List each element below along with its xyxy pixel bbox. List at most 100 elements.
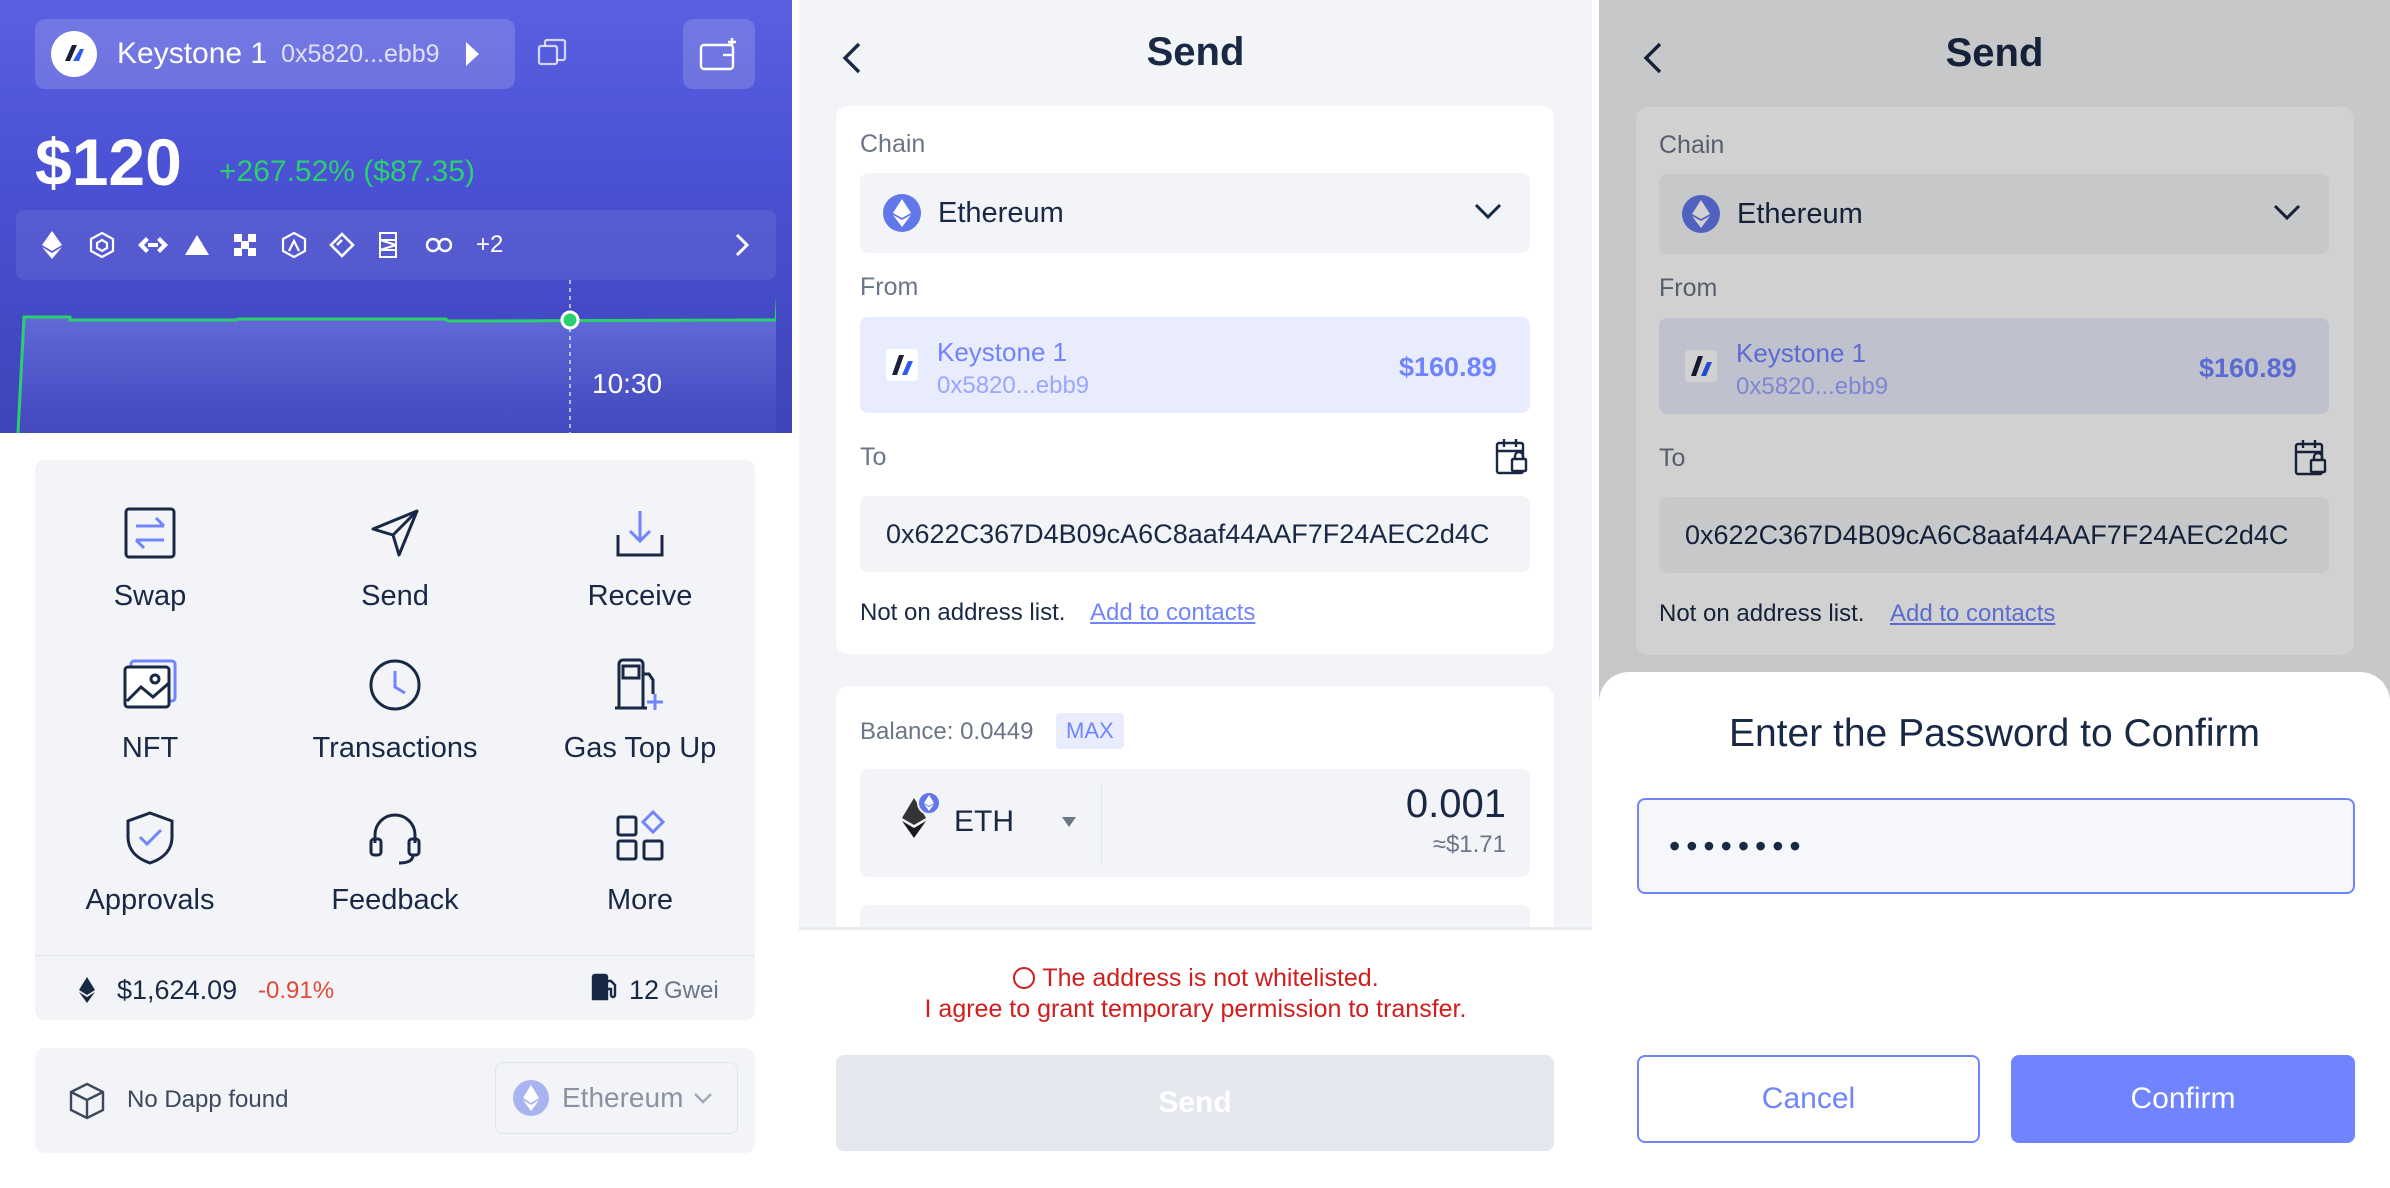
transactions-action[interactable]: Transactions: [280, 652, 510, 782]
feedback-label: Feedback: [331, 884, 459, 916]
not-on-list-text: Not on address list.: [860, 599, 1066, 626]
confirm-panel: Send Chain Ethereum From Keystone 1 0x58…: [1599, 0, 2390, 1188]
avalanche-chain-icon: [184, 233, 232, 257]
add-to-contacts-link[interactable]: Add to contacts: [1090, 599, 1255, 627]
balance-change: +267.52% ($87.35): [219, 155, 476, 188]
approvals-action[interactable]: Approvals: [35, 804, 265, 934]
nft-label: NFT: [121, 732, 179, 764]
link-chain-icon: [424, 235, 472, 255]
chevron-right-icon[interactable]: [734, 232, 750, 263]
from-account-balance: $160.89: [1399, 352, 1497, 382]
chart-time-label: 10:30: [592, 368, 663, 399]
divider: [1101, 784, 1102, 862]
gas-unit: Gwei: [664, 977, 719, 1004]
keystone-logo-icon: [51, 31, 97, 77]
copy-icon[interactable]: [536, 37, 568, 74]
send-button[interactable]: Send: [836, 1055, 1554, 1151]
address-book-icon[interactable]: [1494, 437, 1530, 475]
gas-value: 12: [629, 975, 660, 1005]
send-action[interactable]: Send: [280, 500, 510, 630]
gas-top-up-action[interactable]: Gas Top Up: [525, 652, 755, 782]
radio-unchecked-icon[interactable]: [1012, 966, 1036, 990]
cube-icon: [69, 1082, 105, 1120]
to-label: To: [860, 443, 887, 471]
home-panel: Keystone 1 0x5820...ebb9 $120 +267.52% (…: [0, 0, 792, 1188]
send-label: Send: [361, 580, 429, 612]
more-action[interactable]: More: [525, 804, 755, 934]
gas-top-up-label: Gas Top Up: [563, 732, 717, 764]
chain-list-bar[interactable]: +2: [16, 210, 776, 280]
eth-price-change: -0.91%: [258, 977, 335, 1004]
dapp-chain-name: Ethereum: [562, 1082, 684, 1113]
from-account-address: 0x5820...ebb9: [937, 372, 1090, 399]
swap-icon: [122, 500, 178, 566]
page-title: Send: [1146, 30, 1245, 74]
send-icon: [367, 500, 423, 566]
ethereum-icon: [40, 230, 88, 260]
whitelist-warning[interactable]: The address is not whitelisted.: [799, 964, 1592, 993]
gas-icon: [611, 652, 669, 718]
balance-chart[interactable]: [16, 280, 776, 433]
nft-action[interactable]: NFT: [35, 652, 265, 782]
more-label: More: [606, 884, 674, 916]
arbitrum-chain-icon: [280, 231, 328, 259]
chain-label: Chain: [860, 130, 926, 158]
eth-token-icon: [902, 791, 941, 838]
hero-header: Keystone 1 0x5820...ebb9 $120 +267.52% (…: [0, 0, 792, 433]
bnb-chain-icon: [88, 231, 136, 259]
polygon-chain-icon: [232, 232, 280, 258]
chains-more-count: +2: [476, 231, 504, 258]
whitelist-warning-text: The address is not whitelisted.: [1042, 964, 1379, 992]
action-grid: Swap Send Receive NFT Transactions Gas T…: [35, 460, 755, 1020]
grid-icon: [612, 804, 668, 870]
ethereum-icon: [883, 194, 921, 232]
receive-action[interactable]: Receive: [525, 500, 755, 630]
headset-icon: [367, 804, 423, 870]
password-input[interactable]: ••••••••: [1637, 798, 2355, 894]
amount-value[interactable]: 0.001: [1406, 782, 1506, 827]
bridge-chain-icon: [136, 233, 184, 257]
swap-label: Swap: [113, 580, 187, 612]
sheet-title: Enter the Password to Confirm: [1728, 712, 2261, 755]
total-balance: $120: [35, 125, 182, 199]
transactions-label: Transactions: [312, 732, 478, 764]
ethereum-icon: [513, 1080, 549, 1116]
eth-price: $1,624.09: [117, 975, 238, 1005]
triangle-right-icon: [465, 42, 479, 66]
receive-label: Receive: [587, 580, 693, 612]
to-address-input[interactable]: 0x622C367D4B09cA6C8aaf44AAF7F24AEC2d4C: [860, 496, 1530, 572]
chain-selector[interactable]: Ethereum: [860, 173, 1530, 253]
no-dapp-text: No Dapp found: [127, 1086, 289, 1113]
account-address: 0x5820...ebb9: [281, 39, 440, 68]
dapp-chain-selector[interactable]: Ethereum: [495, 1062, 738, 1134]
chart-hover-point: [560, 310, 580, 330]
cancel-button[interactable]: Cancel: [1637, 1055, 1980, 1143]
max-button[interactable]: MAX: [1056, 713, 1124, 749]
fantom-chain-icon: [376, 230, 424, 260]
feedback-action[interactable]: Feedback: [280, 804, 510, 934]
confirm-button[interactable]: Confirm: [2011, 1055, 2355, 1143]
send-panel: Send Chain Ethereum From Keystone 1 0x58…: [799, 0, 1592, 1188]
ethereum-icon: [79, 977, 95, 1003]
balance-text: Balance: 0.0449: [860, 718, 1034, 745]
swap-action[interactable]: Swap: [35, 500, 265, 630]
nft-icon: [121, 652, 179, 718]
chevron-down-icon: [694, 1093, 713, 1104]
footer-divider: [799, 927, 1592, 930]
triangle-down-icon[interactable]: [1061, 816, 1077, 828]
shield-icon: [124, 804, 176, 870]
add-wallet-button[interactable]: [683, 19, 755, 89]
from-account-name: Keystone 1: [937, 337, 1068, 367]
approvals-label: Approvals: [85, 884, 215, 916]
clock-icon: [367, 652, 423, 718]
keystone-logo-icon: [886, 349, 918, 381]
from-label: From: [860, 273, 919, 301]
account-switcher[interactable]: Keystone 1 0x5820...ebb9: [35, 19, 515, 89]
account-name: Keystone 1: [117, 37, 268, 70]
token-symbol[interactable]: ETH: [954, 805, 1014, 839]
gas-pump-icon: [591, 973, 617, 1001]
whitelist-agree-text[interactable]: I agree to grant temporary permission to…: [799, 995, 1592, 1024]
amount-usd: ≈$1.71: [1432, 831, 1506, 858]
chevron-down-icon: [1474, 203, 1502, 219]
bnb-diamond-icon: [328, 231, 376, 259]
